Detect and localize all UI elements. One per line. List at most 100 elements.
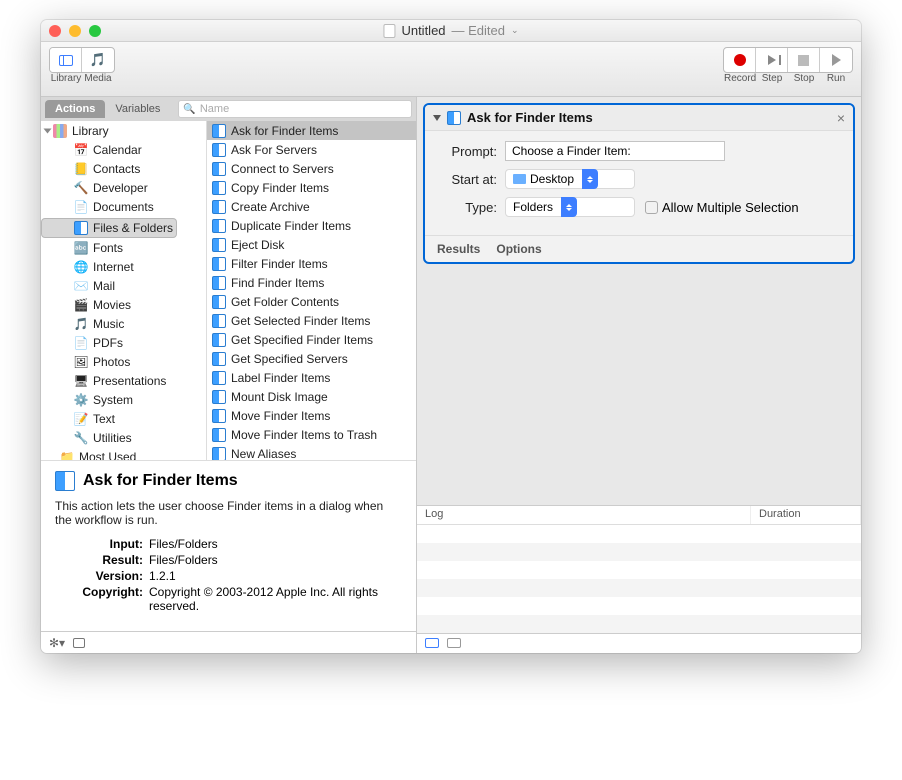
finder-icon xyxy=(211,351,227,367)
copyright-label: Copyright: xyxy=(55,585,143,613)
category-files-folders[interactable]: Files & Folders xyxy=(41,218,177,238)
action-item[interactable]: Find Finder Items xyxy=(207,273,416,292)
results-toggle[interactable]: Results xyxy=(437,242,480,256)
action-item[interactable]: Get Folder Contents xyxy=(207,292,416,311)
prompt-input[interactable] xyxy=(505,141,725,161)
category-documents[interactable]: 📄Documents xyxy=(41,197,206,216)
action-item[interactable]: Move Finder Items xyxy=(207,406,416,425)
category-internet[interactable]: 🌐Internet xyxy=(41,257,206,276)
record-button[interactable] xyxy=(724,48,756,72)
category-pdfs[interactable]: 📄PDFs xyxy=(41,333,206,352)
allow-multiple-checkbox[interactable] xyxy=(645,201,658,214)
utilities-icon: 🔧 xyxy=(73,430,89,446)
start-select[interactable]: Desktop xyxy=(505,169,635,189)
action-item[interactable]: Copy Finder Items xyxy=(207,178,416,197)
finder-icon xyxy=(447,111,461,125)
finder-icon xyxy=(73,220,89,236)
category-developer[interactable]: 🔨Developer xyxy=(41,178,206,197)
tab-variables[interactable]: Variables xyxy=(105,100,170,118)
contacts-icon: 📒 xyxy=(73,161,89,177)
category-utilities[interactable]: 🔧Utilities xyxy=(41,428,206,447)
result-label: Result: xyxy=(55,553,143,567)
category-photos[interactable]: 🖼Photos xyxy=(41,352,206,371)
action-block[interactable]: Ask for Finder Items × Prompt: Start at:… xyxy=(423,103,855,264)
log-column[interactable]: Log xyxy=(417,506,751,524)
record-icon xyxy=(734,54,746,66)
finder-icon xyxy=(211,180,227,196)
step-button[interactable] xyxy=(756,48,788,72)
media-button[interactable]: 🎵 xyxy=(82,48,114,72)
chevron-updown-icon xyxy=(561,197,577,217)
category-system[interactable]: ⚙️System xyxy=(41,390,206,409)
minimize-icon[interactable] xyxy=(69,25,81,37)
stop-button[interactable] xyxy=(788,48,820,72)
finder-icon xyxy=(211,161,227,177)
finder-icon xyxy=(211,389,227,405)
category-library[interactable]: Library xyxy=(41,121,206,140)
finder-icon xyxy=(211,237,227,253)
action-item[interactable]: Connect to Servers xyxy=(207,159,416,178)
category-fonts[interactable]: 🔤Fonts xyxy=(41,238,206,257)
action-item[interactable]: Label Finder Items xyxy=(207,368,416,387)
action-item[interactable]: Get Selected Finder Items xyxy=(207,311,416,330)
action-item[interactable]: Filter Finder Items xyxy=(207,254,416,273)
view-grid-icon[interactable] xyxy=(447,638,461,648)
category-movies[interactable]: 🎬Movies xyxy=(41,295,206,314)
close-icon[interactable] xyxy=(49,25,61,37)
close-icon[interactable]: × xyxy=(837,110,845,126)
action-item[interactable]: Ask for Finder Items xyxy=(207,121,416,140)
category-calendar[interactable]: 📅Calendar xyxy=(41,140,206,159)
workflow-canvas[interactable]: Ask for Finder Items × Prompt: Start at:… xyxy=(417,97,861,505)
view-list-icon[interactable] xyxy=(425,638,439,648)
run-button[interactable] xyxy=(820,48,852,72)
category-text[interactable]: 📝Text xyxy=(41,409,206,428)
input-label: Input: xyxy=(55,537,143,551)
finder-icon xyxy=(211,218,227,234)
gear-icon[interactable]: ✻▾ xyxy=(49,636,65,650)
description-text: This action lets the user choose Finder … xyxy=(55,499,402,527)
window-title: Untitled — Edited ⌄ xyxy=(383,23,518,38)
titlebar[interactable]: Untitled — Edited ⌄ xyxy=(41,20,861,42)
category-most-used[interactable]: 📁Most Used xyxy=(41,447,206,461)
category-music[interactable]: 🎵Music xyxy=(41,314,206,333)
category-presentations[interactable]: 🖥Presentations xyxy=(41,371,206,390)
action-item[interactable]: Mount Disk Image xyxy=(207,387,416,406)
toolbar: 🎵 Library Media Record Step Stop Run xyxy=(41,42,861,97)
action-item[interactable]: Ask For Servers xyxy=(207,140,416,159)
step-icon xyxy=(768,55,776,65)
action-item[interactable]: Create Archive xyxy=(207,197,416,216)
title-chevron-icon[interactable]: ⌄ xyxy=(511,25,519,36)
action-list[interactable]: Ask for Finder ItemsAsk For ServersConne… xyxy=(207,121,416,460)
library-button[interactable] xyxy=(50,48,82,72)
description-pane: Ask for Finder Items This action lets th… xyxy=(41,461,416,631)
fonts-icon: 🔤 xyxy=(73,240,89,256)
action-item[interactable]: Eject Disk xyxy=(207,235,416,254)
media-label: Media xyxy=(82,73,114,84)
documents-icon: 📄 xyxy=(73,199,89,215)
search-input[interactable]: Name xyxy=(178,100,412,118)
disclosure-icon[interactable] xyxy=(433,115,441,121)
category-contacts[interactable]: 📒Contacts xyxy=(41,159,206,178)
tab-row: Actions Variables Name xyxy=(41,97,416,121)
duration-column[interactable]: Duration xyxy=(751,506,861,524)
finder-icon xyxy=(211,370,227,386)
zoom-icon[interactable] xyxy=(89,25,101,37)
type-select[interactable]: Folders xyxy=(505,197,635,217)
action-title: Ask for Finder Items xyxy=(467,110,831,125)
system-icon: ⚙️ xyxy=(73,392,89,408)
action-item[interactable]: Move Finder Items to Trash xyxy=(207,425,416,444)
action-item[interactable]: Get Specified Servers xyxy=(207,349,416,368)
calendar-icon: 📅 xyxy=(73,142,89,158)
action-item[interactable]: New Aliases xyxy=(207,444,416,461)
options-toggle[interactable]: Options xyxy=(496,242,541,256)
text-icon: 📝 xyxy=(73,411,89,427)
category-list[interactable]: Library📅Calendar📒Contacts🔨Developer📄Docu… xyxy=(41,121,207,460)
chevron-updown-icon xyxy=(582,169,598,189)
tab-actions[interactable]: Actions xyxy=(45,100,105,118)
category-mail[interactable]: ✉️Mail xyxy=(41,276,206,295)
action-item[interactable]: Duplicate Finder Items xyxy=(207,216,416,235)
action-item[interactable]: Get Specified Finder Items xyxy=(207,330,416,349)
disclosure-icon[interactable] xyxy=(44,128,52,133)
toggle-desc-icon[interactable] xyxy=(73,638,85,648)
internet-icon: 🌐 xyxy=(73,259,89,275)
